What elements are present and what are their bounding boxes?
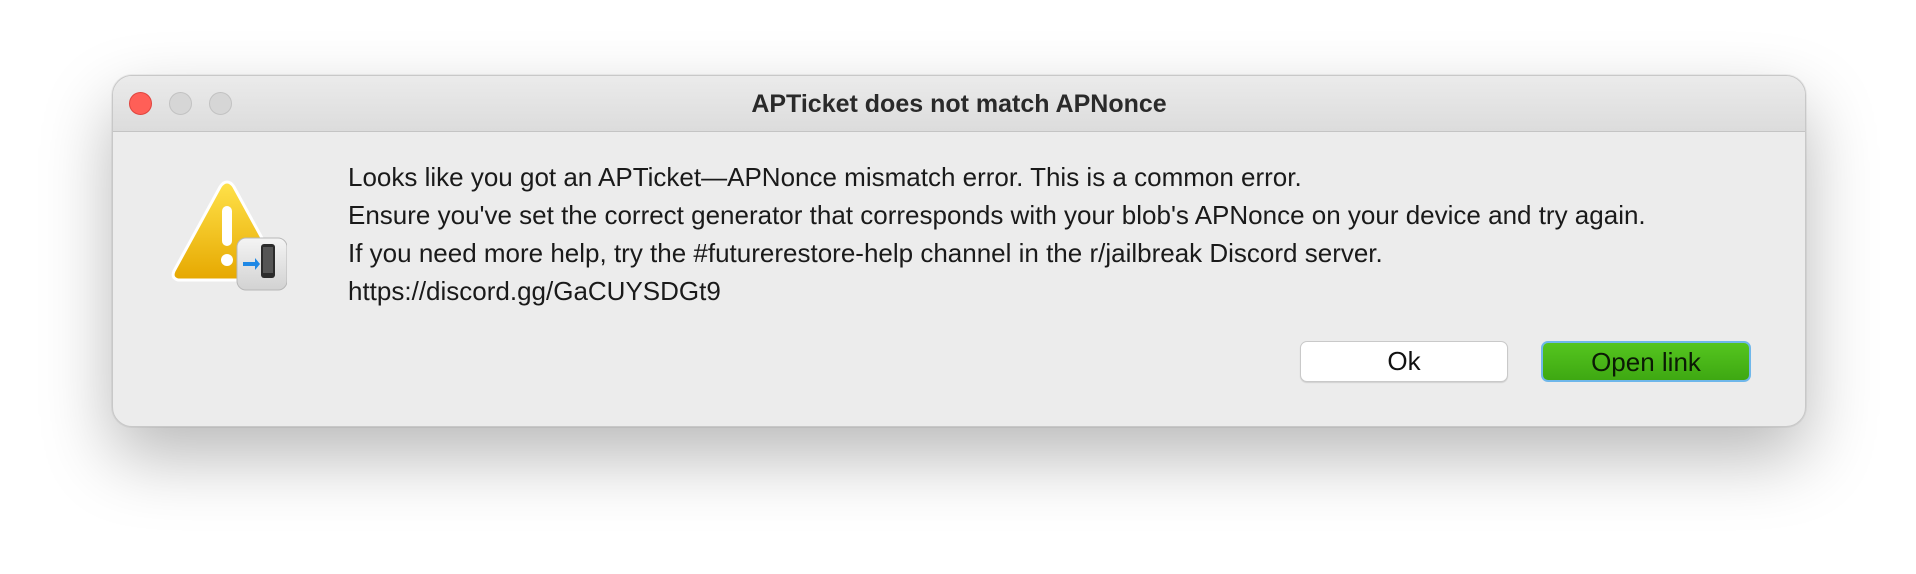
ok-button[interactable]: Ok (1300, 341, 1508, 382)
title-bar: APTicket does not match APNonce (113, 76, 1805, 132)
screen: APTicket does not match APNonce Looks li… (0, 0, 1916, 574)
warning-triangle-icon (171, 180, 288, 291)
message-line: Looks like you got an APTicket—APNonce m… (348, 162, 1302, 192)
alert-dialog: APTicket does not match APNonce Looks li… (112, 75, 1806, 427)
open-link-button[interactable]: Open link (1541, 341, 1751, 382)
dialog-title: APTicket does not match APNonce (751, 90, 1167, 118)
dialog-message: Looks like you got an APTicket—APNonce m… (348, 158, 1646, 310)
discord-link-text: https://discord.gg/GaCUYSDGt9 (348, 276, 721, 306)
message-line: If you need more help, try the #futurere… (348, 238, 1383, 268)
message-line: Ensure you've set the correct generator … (348, 200, 1646, 230)
warning-with-device-icon (167, 176, 288, 296)
